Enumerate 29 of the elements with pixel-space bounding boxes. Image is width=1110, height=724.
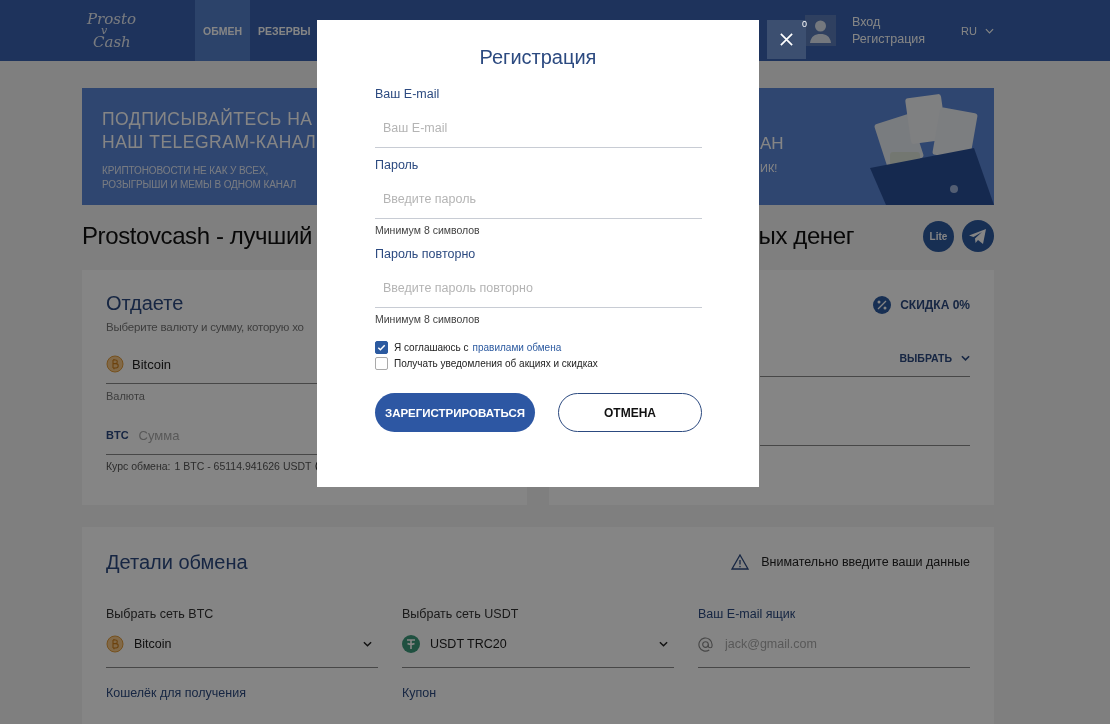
unit-label: BTC — [106, 429, 129, 441]
field-label: Кошелёк для получения — [106, 686, 247, 700]
field-hint: Минимум 8 символов — [375, 313, 481, 325]
field-label: Пароль повторно — [375, 247, 477, 263]
field-label: Ваш E-mail ящик — [698, 607, 797, 621]
banner-headline: ПОДПИСЫВАЙТЕСЬ НА НАШ TELEGRAM-КАНАЛ — [102, 108, 316, 154]
dialog-title: Регистрация — [478, 46, 598, 69]
discount-label: СКИДКА 0% — [900, 298, 970, 312]
rate-label: Курс обмена: — [106, 460, 171, 472]
field-label: Купон — [402, 686, 438, 700]
currency-label: Валюта — [106, 390, 146, 402]
field-label: Выбрать сеть USDT — [402, 607, 520, 621]
section-title: Детали обмена — [106, 550, 248, 574]
page-title: Prostovcash - лучший — [82, 222, 312, 250]
page-title: ых денег — [758, 222, 854, 250]
checkbox-label: Получать уведомления об акциях и скидках — [394, 358, 598, 369]
field-hint: Минимум 8 символов — [375, 224, 481, 236]
banner-text: АН — [760, 136, 785, 152]
warning-text: Внимательно введите ваши данные — [761, 555, 970, 569]
checkbox-label: Я соглашаюсь с — [394, 342, 469, 353]
banner-text: ИК! — [760, 161, 779, 176]
rate-value: 1 BTC - 65114.941626 USDT — [174, 460, 312, 472]
field-label: Выбрать сеть BTC — [106, 607, 215, 621]
field-label: Пароль — [375, 158, 420, 174]
banner-subline: КРИПТОНОВОСТИ НЕ КАК У ВСЕХ, РОЗЫГРЫШИ И МЕМЫ В ОДНОМ КАНАЛ — [102, 164, 298, 192]
notification-count: 0 — [802, 19, 808, 29]
card-title: Отдаете — [106, 292, 185, 315]
field-label: Ваш E-mail — [375, 87, 441, 103]
card-subtitle: Выберите валюту и сумму, которую хо — [106, 321, 305, 333]
